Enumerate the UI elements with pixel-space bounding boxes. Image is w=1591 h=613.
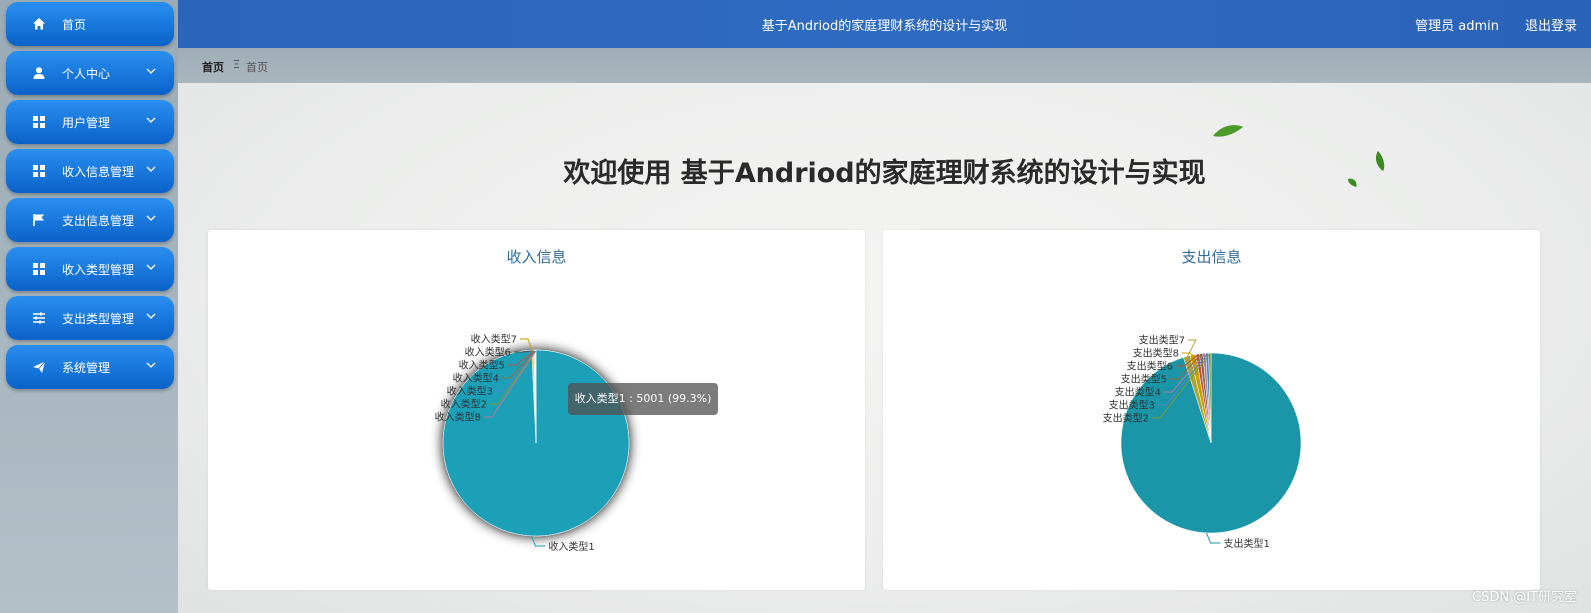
slice-label: 收入类型6 <box>465 346 511 359</box>
income-chart-card: 收入信息 收入类型1 收入类型7 收入类型6 收入类型5 收入类型4 收入类型3 收入类型2… <box>208 230 865 590</box>
sidebar-item-expense-info[interactable]: 支出信息管理 <box>6 198 174 242</box>
breadcrumb-separator: Ξ <box>233 58 240 71</box>
chevron-down-icon <box>146 362 156 368</box>
slice-label: 收入类型3 <box>447 385 493 398</box>
slice-label: 支出类型8 <box>1133 347 1179 360</box>
app-title: 基于Andriod的家庭理财系统的设计与实现 <box>761 19 1008 34</box>
slice-label: 收入类型8 <box>435 411 481 424</box>
chart-tooltip: 收入类型1 : 5001 (99.3%) <box>568 383 718 415</box>
sliders-icon <box>33 312 45 324</box>
sidebar-item-label: 个人中心 <box>62 66 111 81</box>
breadcrumb-current: 首页 <box>246 61 268 74</box>
sidebar-item-users[interactable]: 用户管理 <box>6 100 174 144</box>
grid-icon <box>33 263 45 275</box>
slice-label: 支出类型1 <box>1224 537 1270 550</box>
slice-label: 收入类型1 <box>548 540 594 553</box>
slice-label: 支出类型7 <box>1139 334 1185 347</box>
slice-label: 支出类型4 <box>1115 386 1161 399</box>
sidebar-item-label: 收入类型管理 <box>62 262 135 277</box>
sidebar: 首页 个人中心 用户管理 收入信息管理 支出信息管理 收入类型管理 支出类型管理… <box>0 0 178 613</box>
sidebar-item-label: 系统管理 <box>62 360 111 375</box>
main-content: 欢迎使用 基于Andriod的家庭理财系统的设计与实现 收入信息 收入类型1 收入… <box>178 83 1591 613</box>
welcome-heading: 欢迎使用 基于Andriod的家庭理财系统的设计与实现 <box>563 158 1206 189</box>
grid-icon <box>33 165 45 177</box>
label-line <box>530 535 546 547</box>
sidebar-item-home[interactable]: 首页 <box>6 2 174 46</box>
slice-label: 收入类型4 <box>453 372 499 385</box>
admin-label: 管理员 admin <box>1415 19 1499 34</box>
top-header: 基于Andriod的家庭理财系统的设计与实现 管理员 admin 退出登录 <box>178 0 1591 48</box>
chevron-down-icon <box>146 313 156 319</box>
slice-label: 支出类型3 <box>1109 399 1155 412</box>
sidebar-item-label: 收入信息管理 <box>62 164 135 179</box>
expense-pie-chart: 支出类型1 支出类型7支出类型8支出类型6支出类型5支出类型4支出类型3支出类型2 <box>1103 334 1302 550</box>
home-icon <box>33 18 45 30</box>
sidebar-item-income-type[interactable]: 收入类型管理 <box>6 247 174 291</box>
income-pie-chart: 收入类型1 收入类型7收入类型6收入类型5收入类型4收入类型3收入类型2收入类型8 <box>435 333 630 553</box>
flag-icon <box>33 214 44 226</box>
slice-label: 支出类型2 <box>1103 412 1149 425</box>
send-icon <box>33 361 46 373</box>
chevron-down-icon <box>146 117 156 123</box>
slice-label: 支出类型5 <box>1121 373 1167 386</box>
slice-label: 收入类型2 <box>441 398 487 411</box>
user-icon <box>33 67 45 79</box>
slice-label: 支出类型6 <box>1127 360 1173 373</box>
sidebar-item-label: 首页 <box>62 17 87 32</box>
chevron-down-icon <box>146 166 156 172</box>
breadcrumb: 首页 Ξ 首页 <box>178 48 1591 83</box>
chevron-down-icon <box>146 264 156 270</box>
sidebar-item-label: 支出类型管理 <box>62 311 135 326</box>
chevron-down-icon <box>146 68 156 74</box>
breadcrumb-home[interactable]: 首页 <box>202 59 224 75</box>
slice-label: 收入类型5 <box>459 359 505 372</box>
sidebar-item-label: 用户管理 <box>62 115 111 130</box>
chevron-down-icon <box>146 215 156 221</box>
expense-chart-card: 支出信息 支出类型1 支出类型7 支出类型8 支出类型6 支出类型5 支出类型4 支出类型3… <box>883 230 1540 590</box>
grid-icon <box>33 116 45 128</box>
sidebar-item-income-info[interactable]: 收入信息管理 <box>6 149 174 193</box>
slice-label: 收入类型7 <box>471 333 517 346</box>
sidebar-item-profile[interactable]: 个人中心 <box>6 51 174 95</box>
logout-link[interactable]: 退出登录 <box>1525 15 1577 34</box>
sidebar-item-label: 支出信息管理 <box>62 213 135 228</box>
watermark: CSDN @IT研究室 <box>1472 590 1577 605</box>
sidebar-item-expense-type[interactable]: 支出类型管理 <box>6 296 174 340</box>
sidebar-item-system[interactable]: 系统管理 <box>6 345 174 389</box>
label-line <box>1206 532 1221 544</box>
label-line <box>520 338 533 352</box>
